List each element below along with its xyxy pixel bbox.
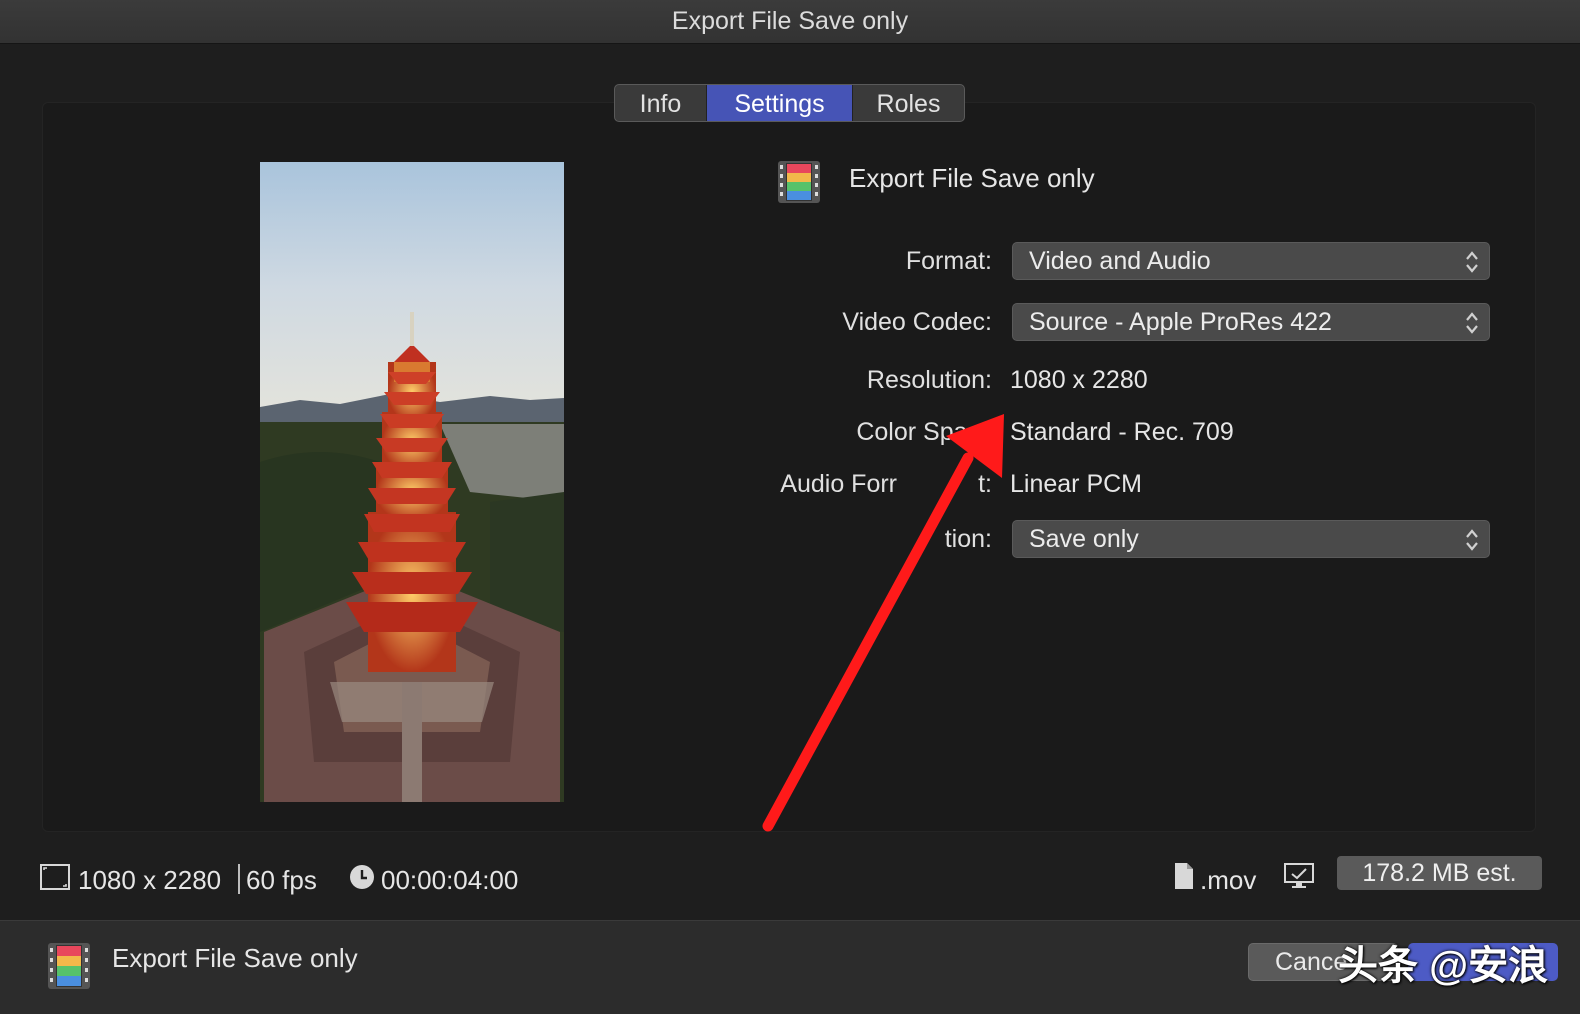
audio-format-value: Linear PCM — [1010, 470, 1142, 498]
export-destination-title: Export File Save only — [849, 163, 1095, 193]
filmstrip-icon — [778, 161, 820, 203]
action-popup-value: Save only — [1029, 524, 1139, 553]
video-codec-popup-value: Source - Apple ProRes 422 — [1029, 307, 1332, 336]
clock-icon — [350, 865, 374, 889]
display-icon — [1284, 863, 1314, 888]
summary-divider — [238, 864, 240, 894]
summary-duration: 00:00:04:00 — [381, 865, 519, 895]
size-estimate-badge: 178.2 MB est. — [1337, 856, 1542, 890]
summary-file-extension: .mov — [1200, 865, 1257, 895]
format-label: Format: — [905, 247, 992, 275]
destination-bar: Export File Save only Cance 头条 @安浪 — [0, 920, 1580, 1014]
color-space-value: Standard - Rec. 709 — [1010, 418, 1234, 446]
filmstrip-icon — [48, 943, 90, 989]
resolution-value: 1080 x 2280 — [1010, 366, 1148, 394]
window-title: Export File Save only — [0, 0, 1580, 44]
tab-roles[interactable]: Roles — [852, 85, 964, 121]
up-down-chevron-icon — [1466, 251, 1478, 273]
resolution-label: Resolution: — [866, 366, 992, 394]
action-popup[interactable]: Save only — [1012, 520, 1490, 558]
file-icon — [1175, 863, 1193, 889]
tab-info[interactable]: Info — [615, 85, 707, 121]
up-down-chevron-icon — [1466, 529, 1478, 551]
summary-resolution: 1080 x 2280 — [78, 865, 222, 895]
format-popup[interactable]: Video and Audio — [1012, 242, 1490, 280]
tab-settings[interactable]: Settings — [707, 85, 852, 121]
color-space-label: Color Spac — [856, 418, 980, 446]
destination-title: Export File Save only — [112, 943, 358, 973]
video-codec-popup[interactable]: Source - Apple ProRes 422 — [1012, 303, 1490, 341]
tab-bar: Info Settings Roles — [614, 84, 965, 122]
audio-format-label: Audio Forr — [780, 470, 897, 498]
frame-size-icon — [40, 864, 70, 890]
audio-format-label-end: t: — [978, 470, 992, 498]
video-codec-label: Video Codec: — [842, 308, 992, 336]
format-popup-value: Video and Audio — [1029, 246, 1211, 275]
up-down-chevron-icon — [1466, 312, 1478, 334]
watermark: 头条 @安浪 — [1338, 944, 1549, 988]
summary-fps: 60 fps — [246, 865, 317, 895]
action-label: tion: — [944, 525, 992, 553]
video-preview-thumbnail — [260, 162, 564, 802]
